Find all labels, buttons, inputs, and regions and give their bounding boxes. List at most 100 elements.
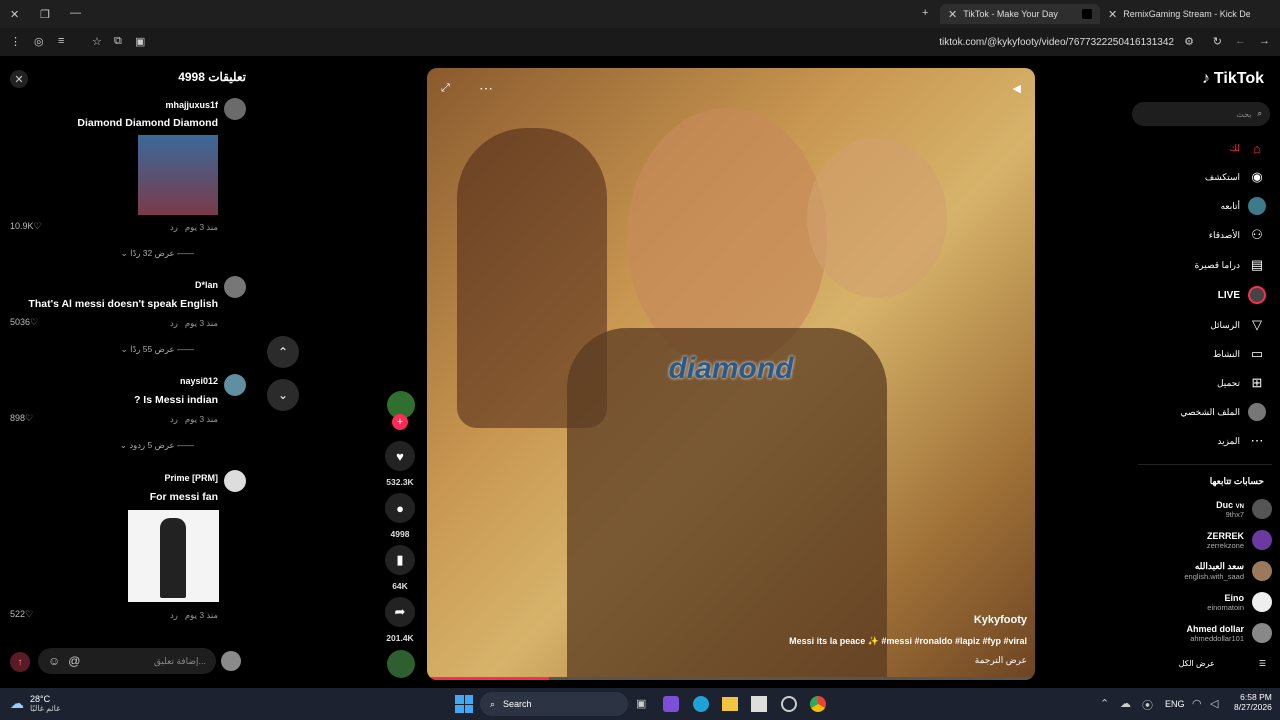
- avatar[interactable]: [224, 374, 246, 396]
- comment-button[interactable]: ●: [385, 493, 415, 523]
- network-icon[interactable]: ☁: [1120, 697, 1131, 710]
- site-settings-icon[interactable]: ⚙: [1184, 35, 1194, 48]
- translate-link[interactable]: عرض الترجمة: [975, 655, 1027, 666]
- save-button[interactable]: ▮: [385, 545, 415, 575]
- task-view-icon[interactable]: ▣: [636, 697, 646, 710]
- video-author[interactable]: Kykyfooty: [974, 614, 1027, 626]
- new-tab-icon[interactable]: +: [922, 7, 928, 19]
- sidebar-item-upload[interactable]: تحميل ⊞: [1217, 374, 1266, 392]
- tab-tiktok[interactable]: ✕ TikTok - Make Your Day: [940, 4, 1100, 24]
- following-account[interactable]: Eino einomatoin: [1207, 592, 1272, 612]
- comment-user[interactable]: Prime [PRM]: [164, 473, 218, 483]
- close-tab-icon[interactable]: ✕: [1108, 8, 1117, 21]
- store-icon[interactable]: [751, 696, 767, 712]
- tiktok-logo[interactable]: ♪ TikTok: [1202, 70, 1264, 88]
- sidebar-item-following[interactable]: أتابعه: [1221, 197, 1266, 215]
- reply-link[interactable]: رد: [170, 318, 178, 328]
- progress-track[interactable]: [427, 677, 1035, 680]
- search-placeholder: بحث: [1236, 109, 1252, 119]
- comment-likes[interactable]: 898♡: [10, 413, 33, 424]
- following-account[interactable]: ZERREK zerrekzone: [1207, 530, 1272, 550]
- clock[interactable]: 6:58 PM 8/27/2026: [1234, 692, 1272, 712]
- nav-label: لك: [1229, 142, 1240, 153]
- volume-icon[interactable]: ◀: [1013, 82, 1021, 95]
- restore-icon[interactable]: ❐: [40, 8, 50, 21]
- sidebar-item-drama[interactable]: دراما قصيرة ▤: [1195, 256, 1266, 274]
- like-button[interactable]: ♥: [385, 441, 415, 471]
- settings-app-icon[interactable]: [781, 696, 797, 712]
- tray-chevron-icon[interactable]: ⌃: [1100, 697, 1109, 710]
- view-replies[interactable]: ⌄ عرض 5 ردود ——: [120, 440, 194, 451]
- reply-link[interactable]: رد: [170, 222, 178, 232]
- comment-user[interactable]: D*lan: [195, 280, 218, 290]
- music-disc-icon[interactable]: [387, 650, 415, 678]
- mic-icon[interactable]: ⦿: [1142, 697, 1153, 713]
- more-options-icon[interactable]: ⋯: [479, 80, 493, 97]
- copilot-icon[interactable]: [663, 696, 679, 712]
- reload-icon[interactable]: ↻: [1213, 35, 1222, 48]
- sidebar-item-explore[interactable]: استكشف ◉: [1205, 168, 1266, 186]
- more-icon: ⋯: [1250, 433, 1264, 448]
- close-tab-icon[interactable]: ✕: [948, 8, 957, 21]
- avatar[interactable]: [224, 276, 246, 298]
- comment-user[interactable]: mhajjuxus1f: [165, 100, 218, 110]
- url-text[interactable]: tiktok.com/@kykyfooty/video/767732225041…: [939, 37, 1174, 48]
- emoji-icon[interactable]: ☺: [48, 654, 60, 668]
- comment-user[interactable]: naysi012: [180, 376, 218, 386]
- search-input[interactable]: بحث ⌕: [1132, 102, 1270, 126]
- file-explorer-icon[interactable]: [722, 697, 738, 711]
- forward-icon[interactable]: ←: [1235, 35, 1246, 47]
- share-arrow-icon: ➦: [394, 604, 406, 619]
- fullscreen-icon[interactable]: ⤢: [441, 82, 450, 95]
- view-replies[interactable]: ⌄ عرض 55 ردًا ——: [121, 344, 194, 355]
- extension-icon[interactable]: ◎: [34, 35, 44, 48]
- next-video-button[interactable]: ⌄: [267, 379, 299, 411]
- comment-likes[interactable]: 10.9K♡: [10, 221, 42, 232]
- see-all-link[interactable]: عرض الكل ☰: [1179, 659, 1266, 668]
- sidebar-item-foryou[interactable]: لك ⌂: [1230, 139, 1266, 157]
- close-comments-icon[interactable]: ✕: [10, 70, 28, 88]
- mention-icon[interactable]: @: [68, 654, 80, 668]
- avatar[interactable]: [224, 470, 246, 492]
- likes-count: 522: [10, 609, 26, 619]
- reply-link[interactable]: رد: [170, 414, 178, 424]
- following-account[interactable]: Ahmed dollar ahmeddollar101: [1186, 623, 1272, 643]
- reply-link[interactable]: رد: [170, 610, 178, 620]
- share-icon[interactable]: ⧉: [114, 35, 122, 48]
- windows-start-icon[interactable]: [455, 695, 473, 713]
- search-icon: ⌕: [1257, 109, 1262, 118]
- cast-icon[interactable]: ▣: [135, 35, 145, 48]
- share-button[interactable]: ➦: [385, 597, 415, 627]
- bookmark-star-icon[interactable]: ☆: [92, 35, 102, 48]
- following-account[interactable]: Duc VN 9thx7: [1216, 499, 1272, 519]
- previous-video-button[interactable]: ⌃: [267, 336, 299, 368]
- tune-icon[interactable]: ≡: [58, 35, 64, 47]
- minimize-icon[interactable]: —: [70, 7, 81, 19]
- taskbar-search[interactable]: ⌕ Search: [480, 692, 628, 716]
- chrome-icon[interactable]: [810, 696, 826, 712]
- sidebar-item-friends[interactable]: الأصدقاء ⚇: [1209, 226, 1266, 244]
- video-player[interactable]: ⤢ ⋯ ◀ diamond Kykyfooty Messi its la pea…: [427, 68, 1035, 680]
- volume-tray-icon[interactable]: ◁: [1210, 697, 1218, 710]
- comment-likes[interactable]: 5036♡: [10, 317, 38, 328]
- sidebar-item-more[interactable]: المزيد ⋯: [1217, 432, 1266, 450]
- avatar[interactable]: [224, 98, 246, 120]
- sidebar-item-messages[interactable]: الرسائل ▽: [1210, 316, 1266, 334]
- sidebar-item-live[interactable]: LIVE: [1218, 286, 1266, 304]
- language-indicator[interactable]: ENG: [1165, 699, 1185, 709]
- wifi-icon[interactable]: ◠: [1192, 697, 1202, 710]
- edge-icon[interactable]: [693, 696, 709, 712]
- tab-remixgaming[interactable]: ✕ RemixGaming Stream - Kick De: [1100, 4, 1250, 24]
- post-comment-button[interactable]: ↑: [10, 652, 30, 672]
- comment-input[interactable]: ☺ @ إضافة تعليق...: [38, 648, 216, 674]
- sidebar-item-profile[interactable]: الملف الشخصي: [1180, 403, 1266, 421]
- comment-likes[interactable]: 522♡: [10, 609, 33, 620]
- close-window-icon[interactable]: ✕: [10, 8, 19, 21]
- sidebar-item-activity[interactable]: النشاط ▭: [1213, 345, 1266, 363]
- view-replies[interactable]: ⌄ عرض 32 ردًا ——: [121, 248, 194, 259]
- menu-dots-icon[interactable]: ⋮: [10, 35, 21, 48]
- back-icon[interactable]: →: [1259, 35, 1270, 47]
- weather-widget[interactable]: ☁ 28°C غائم غالبًا: [10, 694, 60, 713]
- follow-plus-icon[interactable]: +: [392, 414, 408, 430]
- following-account[interactable]: سعد العبدالله english.with_saad: [1184, 561, 1272, 581]
